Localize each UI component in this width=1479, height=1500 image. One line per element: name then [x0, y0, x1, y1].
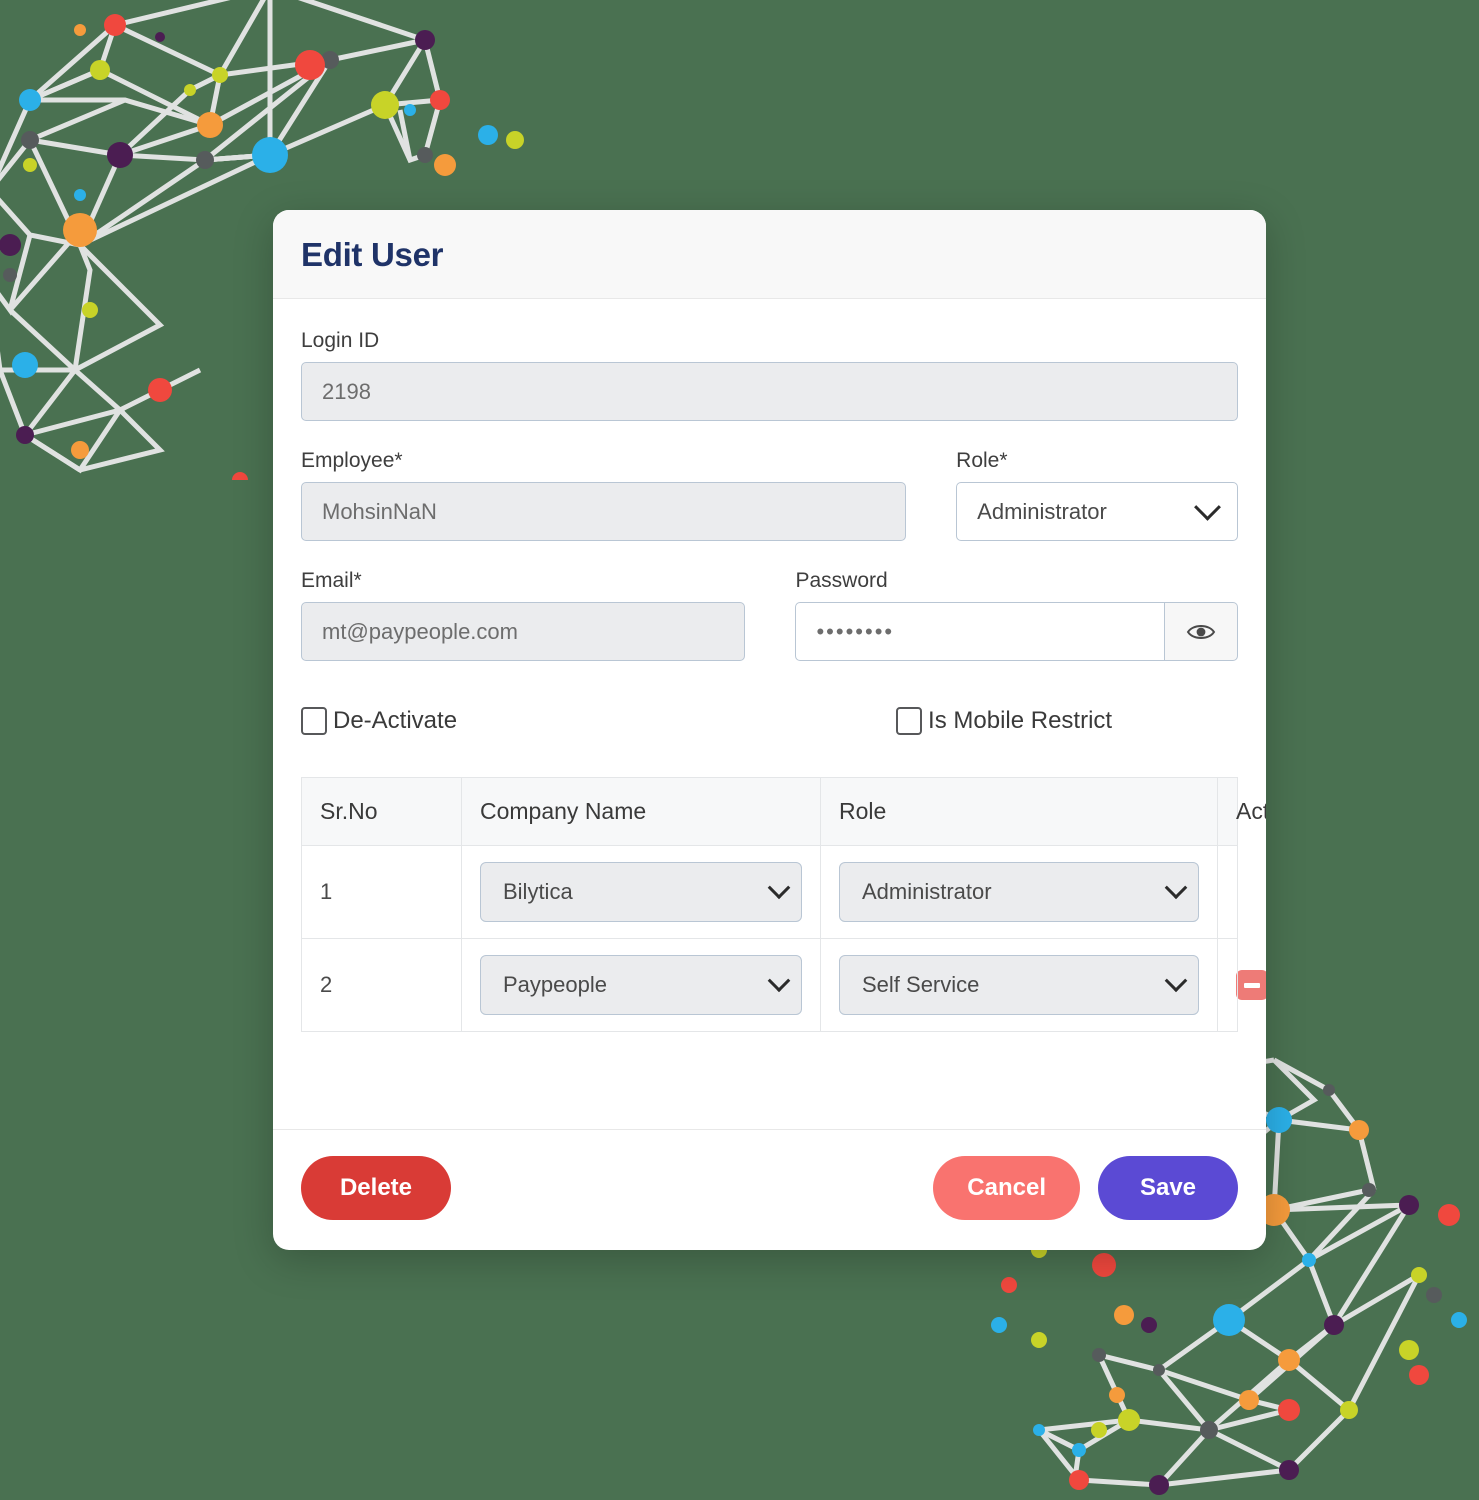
email-label: Email*	[301, 569, 362, 592]
role-selected-value: Administrator	[977, 498, 1107, 524]
modal-footer: Delete Cancel Save	[273, 1129, 1266, 1250]
deactivate-checkbox-item[interactable]: De-Activate	[301, 707, 457, 735]
cell-actions	[1217, 845, 1238, 939]
cell-company: Bilytica	[461, 845, 821, 939]
company-selected-value-row-2: Paypeople	[503, 972, 607, 997]
company-select-row-1[interactable]: Bilytica	[480, 862, 802, 922]
role-selected-value-row-1: Administrator	[862, 879, 992, 904]
employee-role-row: Employee* Role* Administrator	[301, 449, 1238, 541]
table-row: 1 Bilytica Administrator	[301, 845, 1238, 939]
company-selected-value-row-1: Bilytica	[503, 879, 573, 904]
chevron-down-icon	[1164, 876, 1188, 900]
chevron-down-icon	[1194, 493, 1221, 521]
mobile-restrict-checkbox-item[interactable]: Is Mobile Restrict	[896, 707, 1112, 735]
save-button[interactable]: Save	[1098, 1156, 1238, 1220]
password-field[interactable]	[795, 602, 1165, 661]
cancel-button[interactable]: Cancel	[933, 1156, 1080, 1220]
chevron-down-icon	[767, 876, 791, 900]
role-selected-value-row-2: Self Service	[862, 972, 980, 997]
options-row: De-Activate Is Mobile Restrict	[301, 707, 1238, 735]
login-id-group: Login ID	[301, 329, 1238, 421]
employee-group: Employee*	[301, 449, 907, 541]
mobile-restrict-label: Is Mobile Restrict	[928, 707, 1113, 734]
company-select-row-2[interactable]: Paypeople	[480, 955, 802, 1015]
company-role-table: Sr.No Company Name Role Actions 1 Bilyti…	[301, 777, 1266, 1032]
password-input-wrap	[795, 602, 1238, 661]
page-title: Edit User	[301, 236, 444, 273]
delete-button[interactable]: Delete	[301, 1156, 451, 1220]
mobile-restrict-checkbox[interactable]	[896, 707, 923, 735]
role-select[interactable]: Administrator	[956, 482, 1238, 541]
password-group: Password	[795, 569, 1238, 661]
role-group: Role* Administrator	[956, 449, 1238, 541]
chevron-down-icon	[1164, 969, 1188, 993]
email-field[interactable]	[301, 602, 746, 661]
column-header-srno: Sr.No	[301, 777, 462, 846]
table-body: 1 Bilytica Administrator 2 Paypeople Sel…	[301, 845, 1266, 1032]
table-header-row: Sr.No Company Name Role Actions	[301, 777, 1266, 846]
cell-srno: 2	[301, 938, 462, 1032]
login-id-label: Login ID	[301, 329, 380, 352]
cell-role: Administrator	[820, 845, 1218, 939]
cell-actions	[1217, 938, 1266, 1032]
cell-company: Paypeople	[461, 938, 821, 1032]
deactivate-label: De-Activate	[333, 707, 458, 734]
password-label: Password	[795, 569, 888, 592]
employee-input[interactable]	[301, 482, 907, 541]
role-select-row-2[interactable]: Self Service	[839, 955, 1199, 1015]
remove-row-button[interactable]	[1236, 970, 1266, 1000]
login-id-row: Login ID	[301, 329, 1238, 421]
role-select-row-1[interactable]: Administrator	[839, 862, 1199, 922]
cell-role: Self Service	[820, 938, 1218, 1032]
role-label: Role*	[956, 449, 1008, 472]
column-header-actions: Actions	[1217, 777, 1266, 846]
minus-icon	[1244, 982, 1260, 988]
chevron-down-icon	[767, 969, 791, 993]
email-password-row: Email* Password	[301, 569, 1238, 661]
login-id-input[interactable]	[301, 362, 1238, 421]
employee-label: Employee*	[301, 449, 403, 472]
deactivate-checkbox[interactable]	[301, 707, 327, 735]
edit-user-modal: Edit User Login ID Employee* Role* Admin…	[273, 210, 1266, 1250]
modal-header: Edit User	[273, 210, 1266, 299]
table-head: Sr.No Company Name Role Actions	[301, 777, 1266, 846]
password-visibility-toggle[interactable]	[1165, 602, 1238, 661]
cell-srno: 1	[301, 845, 462, 939]
table-row: 2 Paypeople Self Service	[301, 938, 1266, 1032]
eye-icon	[1186, 624, 1216, 639]
email-group: Email*	[301, 569, 746, 661]
column-header-company: Company Name	[461, 777, 821, 846]
modal-body: Login ID Employee* Role* Administrator E…	[273, 299, 1266, 1129]
column-header-role: Role	[820, 777, 1218, 846]
